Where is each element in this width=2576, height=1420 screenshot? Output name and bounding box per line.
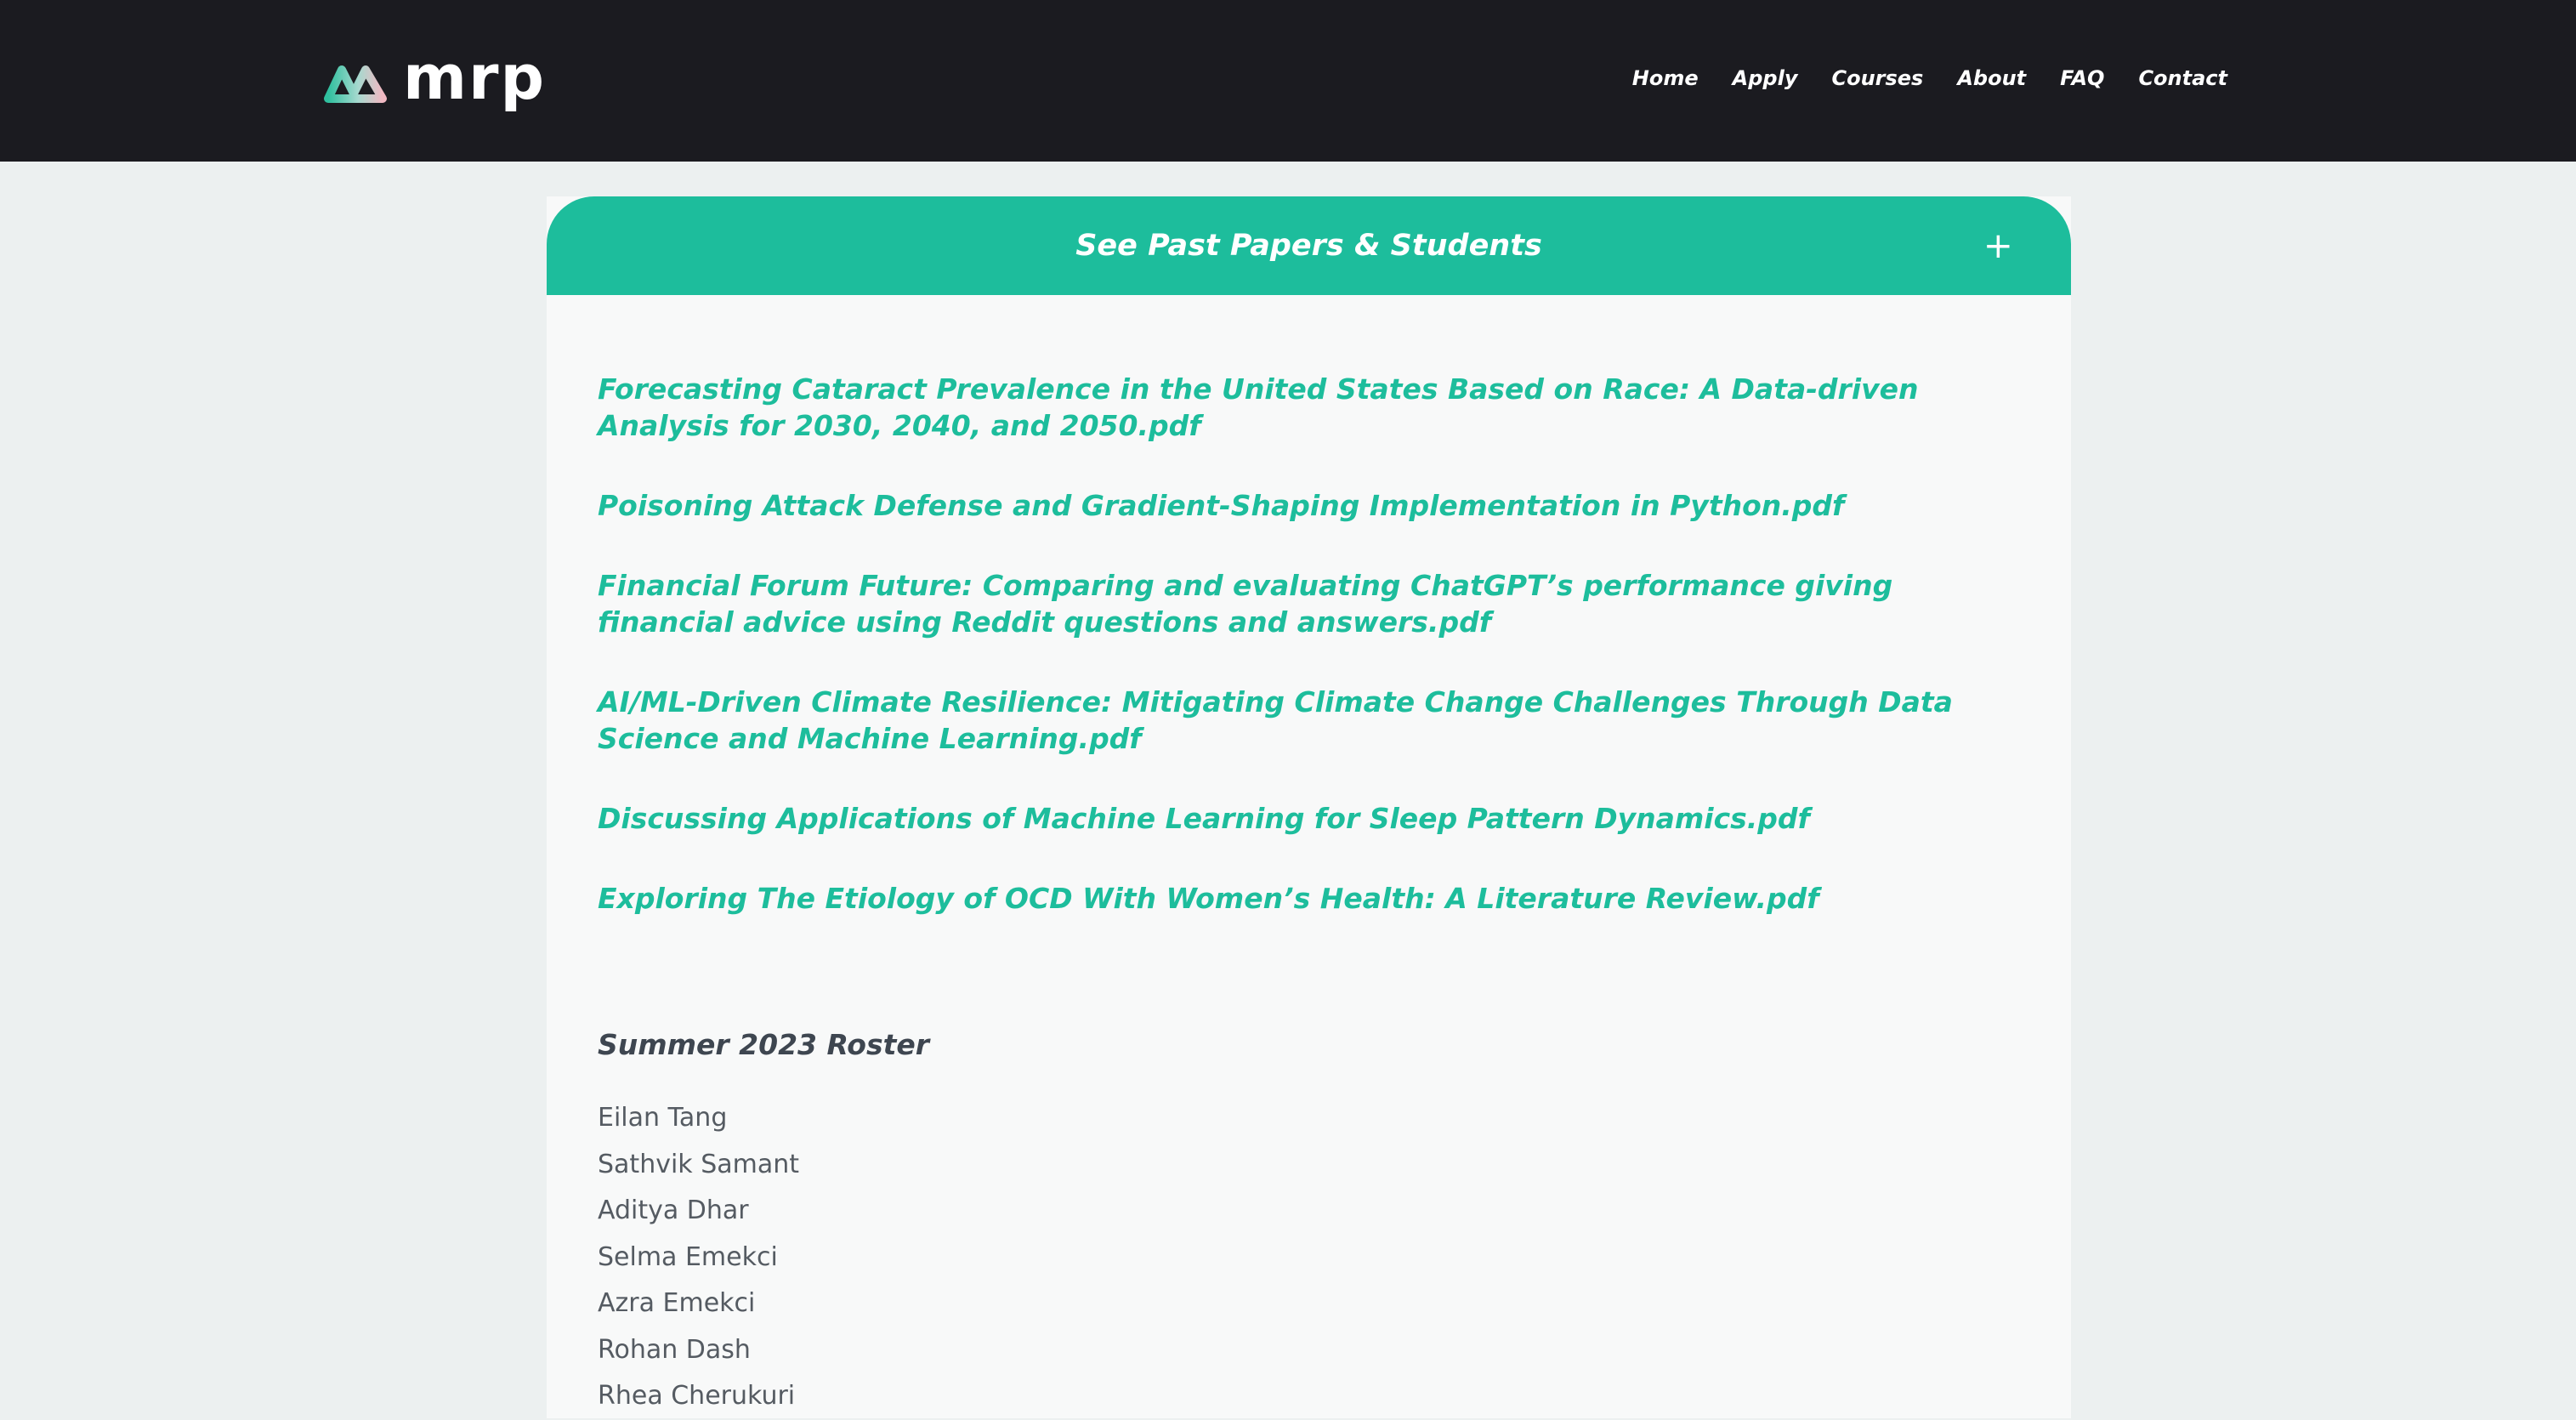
paper-link[interactable]: Exploring The Etiology of OCD With Women… (598, 880, 2009, 917)
paper-link[interactable]: Financial Forum Future: Comparing and ev… (598, 567, 2009, 640)
roster-item: Azra Emekci (598, 1288, 756, 1318)
site-logo[interactable]: mrp (323, 47, 546, 112)
paper-link[interactable]: Poisoning Attack Defense and Gradient-Sh… (598, 487, 2009, 524)
accordion-title: See Past Papers & Students (1075, 229, 1542, 263)
paper-link[interactable]: Forecasting Cataract Prevalence in the U… (598, 371, 2009, 444)
paper-list: Forecasting Cataract Prevalence in the U… (598, 371, 2009, 960)
nav-apply[interactable]: Apply (1733, 61, 1798, 95)
nav-about[interactable]: About (1957, 61, 2026, 95)
mrp-logo-icon (324, 65, 387, 103)
plus-icon[interactable]: + (1983, 222, 2013, 270)
roster-item: Sathvik Samant (598, 1149, 800, 1179)
roster-item: Rhea Cherukuri (598, 1381, 796, 1411)
roster-item: Aditya Dhar (598, 1196, 749, 1225)
paper-link[interactable]: Discussing Applications of Machine Learn… (598, 800, 2009, 837)
roster-item: Selma Emekci (598, 1241, 778, 1272)
roster-list: Eilan Tang Sathvik Samant Aditya Dhar Se… (598, 1095, 799, 1420)
logo-text: mrp (403, 42, 547, 113)
roster-item: Rohan Dash (598, 1334, 751, 1365)
site-header: mrp Home Apply Courses About FAQ Contact (0, 0, 2576, 162)
nav-courses[interactable]: Courses (1831, 61, 1923, 95)
roster-title: Summer 2023 Roster (598, 1028, 930, 1061)
paper-link[interactable]: AI/ML-Driven Climate Resilience: Mitigat… (598, 684, 2009, 757)
nav-home[interactable]: Home (1632, 61, 1699, 95)
nav-faq[interactable]: FAQ (2060, 61, 2104, 95)
roster-item: Eilan Tang (598, 1103, 728, 1133)
main-nav: Home Apply Courses About FAQ Contact (1632, 61, 2227, 95)
past-papers-accordion-header[interactable]: See Past Papers & Students + (547, 196, 2071, 295)
nav-contact[interactable]: Contact (2138, 61, 2227, 95)
